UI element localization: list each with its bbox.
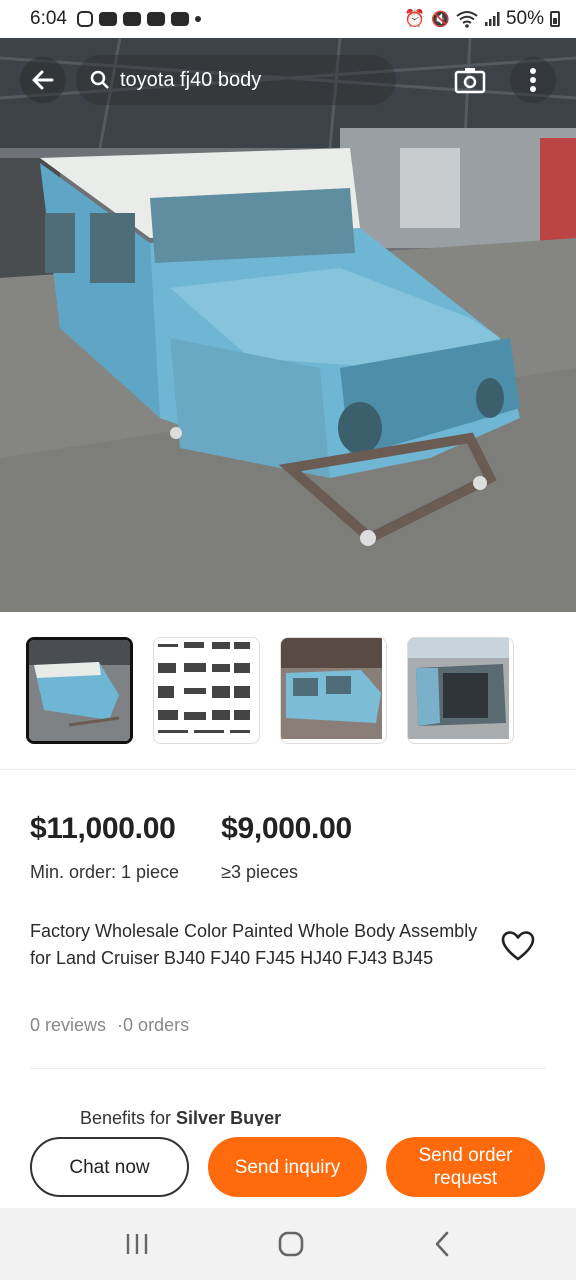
back-nav-icon[interactable] [432, 1230, 452, 1258]
benefits-prefix: Benefits for [80, 1108, 177, 1126]
search-icon [90, 70, 109, 89]
instagram-icon [76, 11, 93, 27]
camera-search-icon [454, 68, 486, 94]
youtube-icon [98, 12, 117, 26]
youtube-icon [146, 12, 165, 26]
youtube-icon [122, 12, 141, 26]
buyer-benefits[interactable]: Benefits for Silver Buyer [80, 1108, 281, 1126]
min-order: Min. order: 1 piece [30, 862, 180, 882]
back-button[interactable] [20, 57, 66, 103]
back-arrow-icon [32, 70, 54, 90]
price-value: $11,000.00 [30, 812, 176, 845]
product-main-image[interactable] [0, 38, 576, 612]
thumbnail-4[interactable] [407, 637, 514, 744]
chat-now-button[interactable]: Chat now [30, 1137, 189, 1197]
price-value: $9,000.00 [221, 812, 352, 845]
status-bar: 6:04 ⏰ 🔇 50% [0, 0, 576, 38]
min-order: ≥3 pieces [221, 862, 298, 882]
top-bar: toyota fj40 body [0, 38, 576, 122]
price-tiers: $11,000.00 Min. order: 1 piece $9,000.00… [30, 812, 550, 883]
more-options-button[interactable] [510, 57, 556, 103]
image-search-button[interactable] [446, 56, 494, 104]
more-vertical-icon [530, 68, 536, 92]
price-tier-2: $9,000.00 ≥3 pieces [221, 812, 352, 883]
thumbnail-strip [0, 612, 576, 770]
search-query: toyota fj40 body [120, 68, 262, 91]
thumbnail-2[interactable] [153, 637, 260, 744]
system-status: ⏰ 🔇 50% [404, 8, 560, 30]
battery-percent: 50% [505, 8, 544, 29]
system-nav-bar [0, 1208, 576, 1280]
price-tier-1: $11,000.00 Min. order: 1 piece [30, 812, 179, 883]
thumbnail-3[interactable] [280, 637, 387, 744]
battery-icon [550, 11, 560, 27]
review-count[interactable]: 0 reviews [30, 1015, 106, 1035]
send-inquiry-button[interactable]: Send inquiry [208, 1137, 367, 1197]
more-notifications-dot [194, 16, 201, 22]
thumbnail-1[interactable] [26, 637, 133, 744]
alarm-icon: ⏰ [404, 9, 426, 28]
youtube-icon [170, 12, 189, 26]
buyer-tier: Silver Buyer [176, 1108, 282, 1126]
signal-icon [484, 12, 500, 26]
notification-icons [76, 11, 201, 27]
clock: 6:04 [30, 8, 67, 29]
favorite-button[interactable] [500, 930, 540, 966]
wifi-icon [456, 11, 478, 28]
search-bar[interactable]: toyota fj40 body [76, 55, 396, 105]
product-title: Factory Wholesale Color Painted Whole Bo… [30, 921, 478, 968]
mute-icon: 🔇 [431, 11, 450, 28]
action-bar: Chat now Send inquiry Send order request [0, 1128, 576, 1206]
heart-icon [501, 931, 535, 961]
product-stats: 0 reviews ·0 orders [30, 1015, 189, 1036]
divider [30, 1068, 546, 1069]
recent-apps-icon[interactable] [124, 1232, 150, 1256]
home-icon[interactable] [277, 1230, 305, 1258]
order-count: ·0 orders [117, 1015, 190, 1035]
send-order-request-button[interactable]: Send order request [386, 1137, 545, 1197]
product-photo [0, 38, 576, 612]
